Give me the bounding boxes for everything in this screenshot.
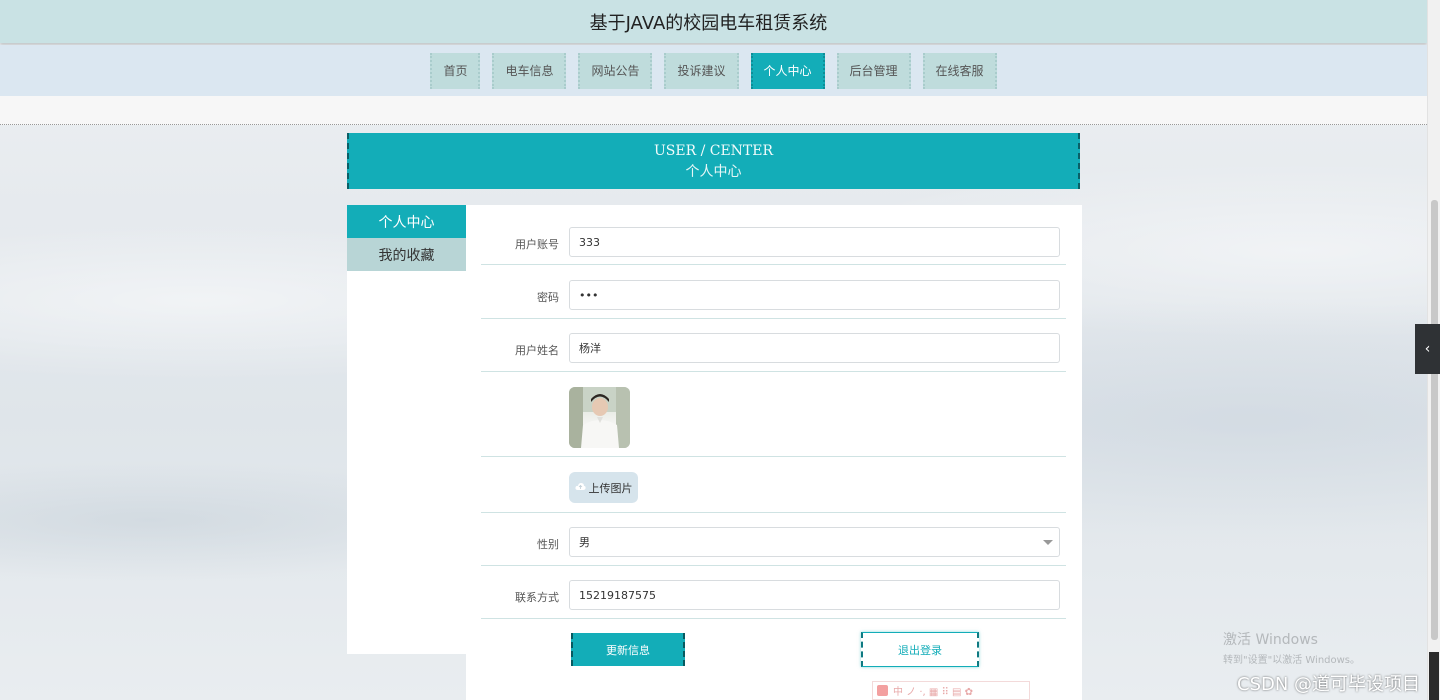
form-row-password: 密码 •••: [481, 265, 1066, 319]
sidebar-item-favorites[interactable]: 我的收藏: [347, 238, 466, 271]
windows-activation-hint: 转到"设置"以激活 Windows。: [1223, 655, 1361, 666]
gender-select[interactable]: 男: [569, 527, 1060, 557]
sidebar-item-user-center[interactable]: 个人中心: [347, 205, 466, 238]
side-toggle-button[interactable]: ‹: [1415, 324, 1440, 374]
nav-item-admin[interactable]: 后台管理: [836, 52, 911, 89]
site-header: 基于JAVA的校园电车租赁系统: [0, 0, 1427, 43]
nav-item-announcements[interactable]: 网站公告: [578, 52, 653, 89]
sidebar: 个人中心 我的收藏: [347, 205, 466, 654]
chevron-left-icon: ‹: [1424, 341, 1431, 357]
page-banner: USER / CENTER 个人中心: [347, 133, 1080, 189]
update-info-button[interactable]: 更新信息: [571, 633, 685, 666]
nav-item-user-center[interactable]: 个人中心: [750, 52, 825, 89]
ime-toolbar-text: 中 ノ ·, ▦ ⠿ ▤ ✿: [893, 687, 974, 698]
windows-activation-watermark: 激活 Windows 转到"设置"以激活 Windows。: [1223, 629, 1360, 666]
banner-title-cn: 个人中心: [685, 164, 742, 180]
gender-value: 男: [579, 536, 590, 549]
gender-label: 性别: [537, 538, 559, 551]
site-title: 基于JAVA的校园电车租赁系统: [589, 12, 828, 34]
scrollbar-thumb[interactable]: [1431, 200, 1438, 640]
contact-label: 联系方式: [515, 591, 559, 604]
banner-title-en: USER / CENTER: [653, 143, 774, 159]
name-input[interactable]: 杨洋: [569, 333, 1060, 363]
account-label: 用户账号: [515, 238, 559, 251]
account-input[interactable]: 333: [569, 227, 1060, 257]
nav-item-home[interactable]: 首页: [430, 52, 481, 89]
avatar: [569, 387, 630, 448]
form-row-account: 用户账号 333: [481, 205, 1066, 265]
nav-item-vehicles[interactable]: 电车信息: [492, 52, 567, 89]
nav-item-complaints[interactable]: 投诉建议: [664, 52, 739, 89]
upload-image-label: 上传图片: [588, 481, 633, 495]
windows-activation-title: 激活 Windows: [1223, 632, 1318, 648]
contact-input[interactable]: 15219187575: [569, 580, 1060, 610]
ime-toolbar[interactable]: 中 ノ ·, ▦ ⠿ ▤ ✿: [872, 681, 1030, 700]
nav-item-online-service[interactable]: 在线客服: [922, 52, 997, 89]
profile-form: 用户账号 333 密码 ••• 用户姓名 杨洋 性别 男 联系方式 152191…: [466, 205, 1082, 700]
logout-button[interactable]: 退出登录: [861, 632, 979, 667]
chevron-down-icon: [1043, 540, 1053, 545]
csdn-watermark: CSDN @道可毕设项目: [1237, 674, 1421, 695]
password-label: 密码: [537, 291, 559, 304]
cloud-upload-icon: [574, 481, 586, 494]
main-nav: 首页 电车信息 网站公告 投诉建议 个人中心 后台管理 在线客服: [0, 45, 1427, 96]
form-row-contact: 联系方式 15219187575: [481, 566, 1066, 619]
password-input[interactable]: •••: [569, 280, 1060, 310]
name-label: 用户姓名: [515, 344, 559, 357]
form-row-name: 用户姓名 杨洋: [481, 319, 1066, 372]
form-row-gender: 性别 男: [481, 513, 1066, 566]
scrollbar-corner: [1429, 652, 1439, 700]
header-spacer: [0, 96, 1427, 125]
upload-image-button[interactable]: 上传图片: [569, 472, 638, 503]
sogou-logo-icon: [877, 685, 888, 696]
